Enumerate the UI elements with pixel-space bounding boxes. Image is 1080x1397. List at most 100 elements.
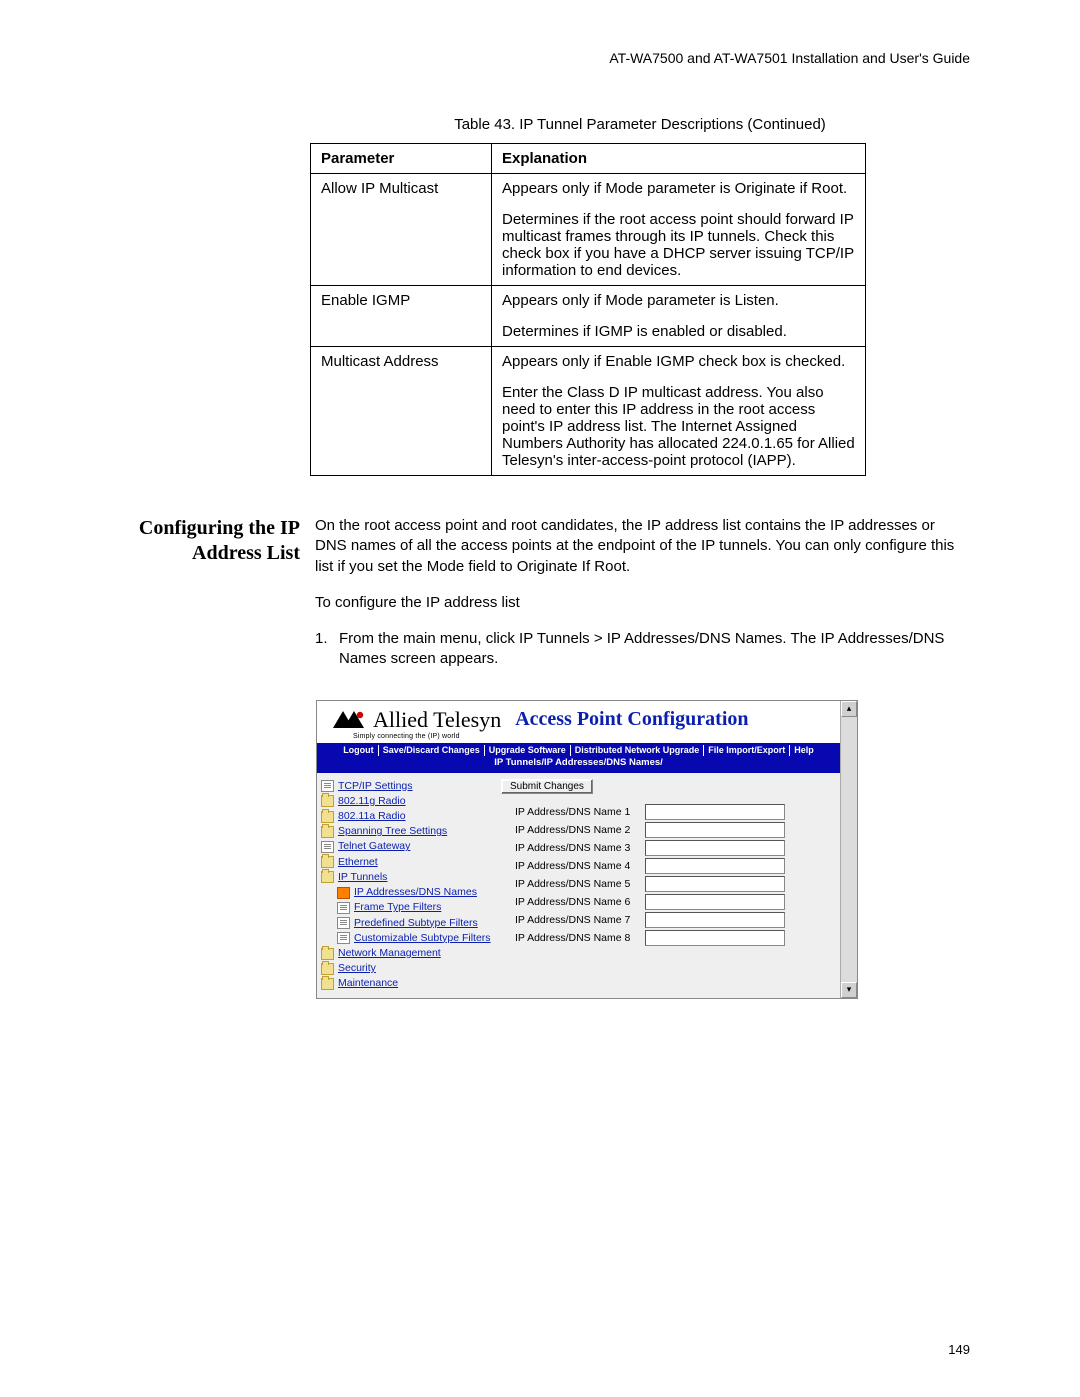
field-label: IP Address/DNS Name 4 xyxy=(501,860,639,872)
folder-icon xyxy=(321,856,334,868)
folder-icon xyxy=(321,948,334,960)
nav-link[interactable]: IP Tunnels xyxy=(338,870,387,885)
param-cell: Multicast Address xyxy=(311,347,492,476)
nav-item[interactable]: Security xyxy=(321,961,489,976)
page-number: 149 xyxy=(948,1342,970,1357)
nav-item[interactable]: IP Addresses/DNS Names xyxy=(321,885,489,900)
field-label: IP Address/DNS Name 5 xyxy=(501,878,639,890)
nav-link[interactable]: Network Management xyxy=(338,946,441,961)
field-label: IP Address/DNS Name 6 xyxy=(501,896,639,908)
expl-text: Appears only if Enable IGMP check box is… xyxy=(502,353,855,370)
th-parameter: Parameter xyxy=(311,144,492,174)
field-row: IP Address/DNS Name 7 xyxy=(501,912,832,928)
brand-text: Allied Telesyn xyxy=(373,707,501,733)
nav-item[interactable]: Network Management xyxy=(321,946,489,961)
brand-logo xyxy=(333,711,365,729)
ip-dns-input-6[interactable] xyxy=(645,894,785,910)
submit-changes-button[interactable]: Submit Changes xyxy=(501,779,593,794)
step-text: From the main menu, click IP Tunnels > I… xyxy=(339,629,970,670)
nav-item[interactable]: Telnet Gateway xyxy=(321,839,489,854)
nav-item[interactable]: Predefined Subtype Filters xyxy=(321,916,489,931)
brand-tagline: Simply connecting the (IP) world xyxy=(317,733,840,740)
nav-link[interactable]: Customizable Subtype Filters xyxy=(354,931,491,946)
ip-dns-input-4[interactable] xyxy=(645,858,785,874)
field-label: IP Address/DNS Name 1 xyxy=(501,806,639,818)
nav-item[interactable]: IP Tunnels xyxy=(321,870,489,885)
nav-item[interactable]: Frame Type Filters xyxy=(321,900,489,915)
step-1: 1. From the main menu, click IP Tunnels … xyxy=(315,629,970,670)
nav-link[interactable]: Ethernet xyxy=(338,855,378,870)
doc-icon xyxy=(321,841,334,853)
nav-link[interactable]: 802.11g Radio xyxy=(338,794,406,809)
folder-icon xyxy=(321,826,334,838)
th-explanation: Explanation xyxy=(492,144,866,174)
ip-dns-input-8[interactable] xyxy=(645,930,785,946)
nav-item[interactable]: 802.11g Radio xyxy=(321,794,489,809)
menu-distributed-upgrade[interactable]: Distributed Network Upgrade xyxy=(571,745,705,757)
expl-text: Appears only if Mode parameter is Origin… xyxy=(502,180,855,197)
expl-cell: Appears only if Mode parameter is Listen… xyxy=(492,286,866,347)
folder-icon xyxy=(321,811,334,823)
menu-upgrade-software[interactable]: Upgrade Software xyxy=(485,745,571,757)
nav-link[interactable]: Frame Type Filters xyxy=(354,900,441,915)
breadcrumb: IP Tunnels/IP Addresses/DNS Names/ xyxy=(323,756,834,772)
app-title: Access Point Configuration xyxy=(515,708,748,731)
section-heading: Configuring the IP Address List xyxy=(130,516,315,680)
scroll-down-button[interactable]: ▾ xyxy=(841,982,857,998)
param-cell: Allow IP Multicast xyxy=(311,174,492,286)
orange-icon xyxy=(337,887,350,899)
table-caption: Table 43. IP Tunnel Parameter Descriptio… xyxy=(310,116,970,133)
nav-item[interactable]: Spanning Tree Settings xyxy=(321,824,489,839)
expl-text: Determines if the root access point shou… xyxy=(502,211,855,279)
expl-text: Determines if IGMP is enabled or disable… xyxy=(502,323,855,340)
nav-item[interactable]: Customizable Subtype Filters xyxy=(321,931,489,946)
menu-file-import-export[interactable]: File Import/Export xyxy=(704,745,790,757)
app-menubar: Logout Save/Discard Changes Upgrade Soft… xyxy=(317,743,840,773)
field-label: IP Address/DNS Name 7 xyxy=(501,914,639,926)
ip-dns-input-7[interactable] xyxy=(645,912,785,928)
nav-link[interactable]: TCP/IP Settings xyxy=(338,779,413,794)
folder-icon xyxy=(321,963,334,975)
expl-cell: Appears only if Mode parameter is Origin… xyxy=(492,174,866,286)
nav-item[interactable]: Ethernet xyxy=(321,855,489,870)
nav-item[interactable]: TCP/IP Settings xyxy=(321,779,489,794)
expl-text: Appears only if Mode parameter is Listen… xyxy=(502,292,855,309)
menu-logout[interactable]: Logout xyxy=(339,745,379,757)
nav-link[interactable]: IP Addresses/DNS Names xyxy=(354,885,477,900)
field-row: IP Address/DNS Name 6 xyxy=(501,894,832,910)
doc-icon xyxy=(321,780,334,792)
scrollbar[interactable]: ▴ ▾ xyxy=(840,701,857,998)
field-row: IP Address/DNS Name 2 xyxy=(501,822,832,838)
table-row: Allow IP Multicast Appears only if Mode … xyxy=(311,174,866,286)
nav-link[interactable]: Maintenance xyxy=(338,976,398,991)
menu-help[interactable]: Help xyxy=(790,745,818,757)
field-row: IP Address/DNS Name 8 xyxy=(501,930,832,946)
folder-icon xyxy=(321,871,334,883)
ip-dns-input-5[interactable] xyxy=(645,876,785,892)
field-row: IP Address/DNS Name 4 xyxy=(501,858,832,874)
body-para: To configure the IP address list xyxy=(315,593,970,613)
field-row: IP Address/DNS Name 3 xyxy=(501,840,832,856)
nav-link[interactable]: 802.11a Radio xyxy=(338,809,406,824)
table-row: Multicast Address Appears only if Enable… xyxy=(311,347,866,476)
table-row: Enable IGMP Appears only if Mode paramet… xyxy=(311,286,866,347)
parameter-table: Parameter Explanation Allow IP Multicast… xyxy=(310,143,866,476)
ip-dns-input-3[interactable] xyxy=(645,840,785,856)
expl-text: Enter the Class D IP multicast address. … xyxy=(502,384,855,469)
field-row: IP Address/DNS Name 1 xyxy=(501,804,832,820)
nav-link[interactable]: Predefined Subtype Filters xyxy=(354,916,478,931)
ip-dns-input-1[interactable] xyxy=(645,804,785,820)
ip-dns-input-2[interactable] xyxy=(645,822,785,838)
doc-header: AT-WA7500 and AT-WA7501 Installation and… xyxy=(130,50,970,66)
nav-item[interactable]: Maintenance xyxy=(321,976,489,991)
nav-link[interactable]: Telnet Gateway xyxy=(338,839,410,854)
field-label: IP Address/DNS Name 2 xyxy=(501,824,639,836)
nav-item[interactable]: 802.11a Radio xyxy=(321,809,489,824)
nav-link[interactable]: Security xyxy=(338,961,376,976)
nav-link[interactable]: Spanning Tree Settings xyxy=(338,824,447,839)
menu-save-discard[interactable]: Save/Discard Changes xyxy=(379,745,485,757)
app-nav: TCP/IP Settings802.11g Radio802.11a Radi… xyxy=(317,773,493,998)
field-label: IP Address/DNS Name 3 xyxy=(501,842,639,854)
scroll-up-button[interactable]: ▴ xyxy=(841,701,857,717)
body-para: On the root access point and root candid… xyxy=(315,516,970,577)
